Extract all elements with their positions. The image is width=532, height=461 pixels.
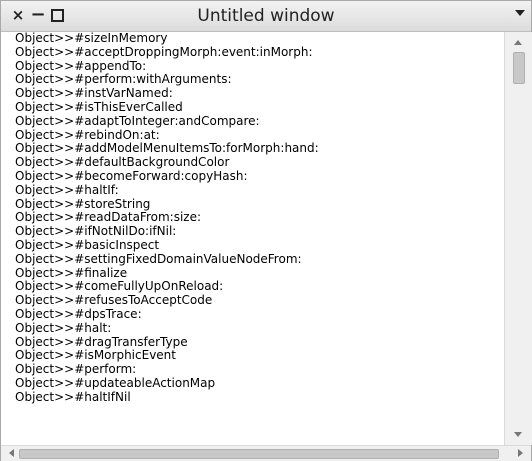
arrow-up-icon[interactable] xyxy=(514,40,522,45)
list-item[interactable]: Object>>#readDataFrom:size: xyxy=(11,211,502,225)
arrow-left-icon[interactable] xyxy=(9,449,14,457)
window-title: Untitled window xyxy=(197,6,335,26)
list-item[interactable]: Object>>#settingFixedDomainValueNodeFrom… xyxy=(11,252,502,267)
list-item[interactable]: Object>>#isMorphicEvent xyxy=(11,349,502,363)
list-item[interactable]: Object>>#appendTo: xyxy=(11,59,502,74)
list-item[interactable]: Object>>#ifNotNilDo:ifNil: xyxy=(11,224,502,239)
horizontal-scroll-thumb[interactable] xyxy=(19,449,499,459)
list-item[interactable]: Object>>#acceptDroppingMorph:event:inMor… xyxy=(11,45,502,60)
list-item[interactable]: Object>>#becomeForward:copyHash: xyxy=(11,169,502,184)
list-item[interactable]: Object>>#dragTransferType xyxy=(11,335,502,350)
list-item[interactable]: Object>>#finalize xyxy=(11,266,502,281)
arrow-right-icon[interactable] xyxy=(518,449,523,457)
list-item[interactable]: Object>>#perform:withArguments: xyxy=(11,73,502,87)
title-bar[interactable]: × − Untitled window xyxy=(1,1,531,32)
list-item[interactable]: Object>>#haltIfNil xyxy=(11,390,502,405)
list-item[interactable]: Object>>#rebindOn:at: xyxy=(11,128,502,143)
vertical-scrollbar[interactable] xyxy=(504,32,532,445)
method-list[interactable]: Object>>#sizeInMemory Object>>#acceptDro… xyxy=(11,32,502,445)
list-item[interactable]: Object>>#refusesToAcceptCode xyxy=(11,293,502,308)
list-item[interactable]: Object>>#addModelMenuItemsTo:forMorph:ha… xyxy=(11,142,502,156)
list-item[interactable]: Object>>#basicInspect xyxy=(11,238,502,253)
list-item[interactable]: Object>>#defaultBackgroundColor xyxy=(11,155,502,170)
list-item[interactable]: Object>>#comeFullyUpOnReload: xyxy=(11,280,502,294)
list-item[interactable]: Object>>#updateableActionMap xyxy=(11,376,502,391)
chevron-down-icon[interactable] xyxy=(515,10,525,16)
list-item[interactable]: Object>>#sizeInMemory xyxy=(11,32,502,46)
list-item[interactable]: Object>>#instVarNamed: xyxy=(11,86,502,101)
window: × − Untitled window Object>>#sizeInMemor… xyxy=(0,0,532,461)
list-item[interactable]: Object>>#dpsTrace: xyxy=(11,307,502,322)
list-item[interactable]: Object>>#isThisEverCalled xyxy=(11,100,502,115)
list-item[interactable]: Object>>#halt: xyxy=(11,321,502,336)
list-item[interactable]: Object>>#perform: xyxy=(11,362,502,377)
arrow-down-icon[interactable] xyxy=(514,432,522,437)
list-item[interactable]: Object>>#adaptToInteger:andCompare: xyxy=(11,114,502,129)
vertical-scroll-thumb[interactable] xyxy=(513,52,525,84)
list-item[interactable]: Object>>#haltIf: xyxy=(11,183,502,198)
list-item[interactable]: Object>>#storeString xyxy=(11,197,502,212)
horizontal-scrollbar[interactable] xyxy=(1,445,531,461)
